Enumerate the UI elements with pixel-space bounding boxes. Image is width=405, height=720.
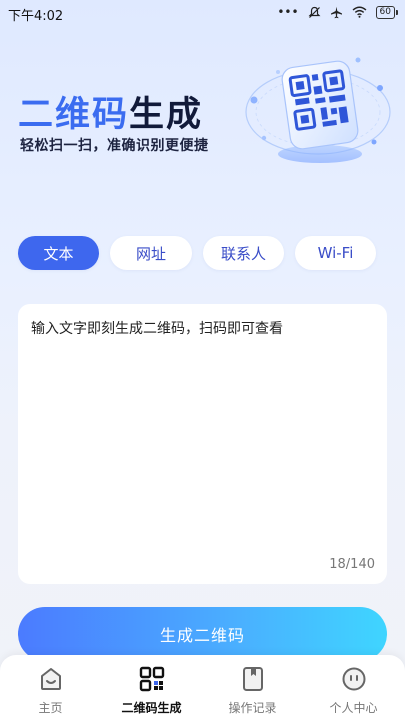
nav-label-qr-generate: 二维码生成 bbox=[121, 701, 182, 715]
nav-label-profile: 个人中心 bbox=[329, 701, 378, 715]
nav-label-history: 操作记录 bbox=[228, 701, 277, 715]
nav-item-history[interactable]: 操作记录 bbox=[202, 665, 303, 719]
nav-item-home[interactable]: 主页 bbox=[0, 665, 101, 719]
character-counter: 18/140 bbox=[329, 557, 375, 572]
wifi-icon bbox=[352, 6, 366, 18]
tab-url[interactable]: 网址 bbox=[110, 236, 192, 270]
qr-code-illustration bbox=[245, 57, 391, 163]
text-input-area[interactable]: 输入文字即刻生成二维码，扫码即可查看 18/140 bbox=[18, 304, 387, 584]
profile-icon bbox=[340, 665, 368, 693]
status-bar: 下午4:02 ••• 60 bbox=[0, 0, 405, 26]
hero-title: 二维码生成 bbox=[18, 86, 203, 137]
home-icon bbox=[37, 665, 65, 693]
airplane-icon bbox=[330, 6, 342, 18]
qr-code-icon bbox=[138, 665, 166, 693]
nav-item-profile[interactable]: 个人中心 bbox=[303, 665, 404, 719]
hero-subtitle: 轻松扫一扫，准确识别更便捷 bbox=[20, 138, 209, 154]
content-type-tabs: 文本 网址 联系人 Wi-Fi bbox=[18, 236, 388, 270]
history-icon bbox=[239, 665, 267, 693]
nav-label-home: 主页 bbox=[38, 701, 63, 715]
nav-item-qr-generate[interactable]: 二维码生成 bbox=[101, 665, 202, 719]
hero-title-part2: 生成 bbox=[129, 95, 204, 135]
silent-icon bbox=[308, 6, 320, 18]
hero-title-part1: 二维码 bbox=[18, 95, 130, 135]
generate-qr-button[interactable]: 生成二维码 bbox=[18, 607, 387, 661]
tab-text[interactable]: 文本 bbox=[18, 236, 99, 270]
text-input-value[interactable]: 输入文字即刻生成二维码，扫码即可查看 bbox=[31, 318, 283, 338]
status-time: 下午4:02 bbox=[8, 9, 64, 24]
battery-icon: 60 bbox=[375, 5, 399, 19]
status-icons: ••• 60 bbox=[277, 5, 399, 19]
tab-contact[interactable]: 联系人 bbox=[203, 236, 284, 270]
bottom-nav: 主页 二维码生成 操作记录 个人中心 bbox=[0, 655, 405, 720]
notification-dots-icon: ••• bbox=[277, 5, 299, 19]
tab-wifi[interactable]: Wi-Fi bbox=[295, 236, 376, 270]
